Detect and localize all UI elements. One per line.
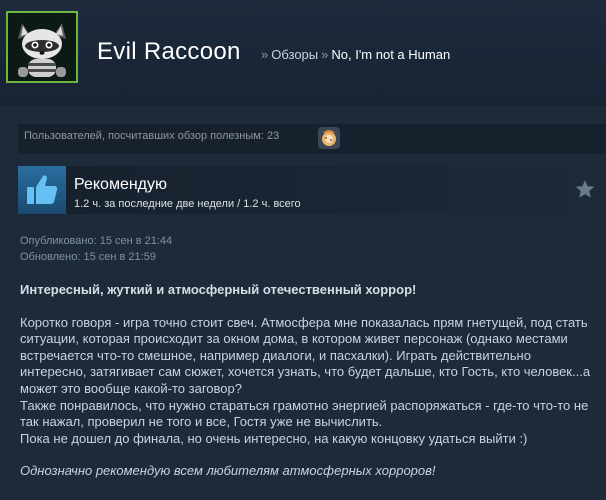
review-paragraph: Коротко говоря - игра точно стоит свеч. … [20,314,591,396]
review-body: Интересный, жуткий и атмосферный отечест… [20,282,600,480]
breadcrumb-separator: » [321,47,329,62]
breadcrumb-reviews-link[interactable]: Обзоры [271,47,318,62]
verdict-title: Рекомендую [74,176,168,193]
playtime-text: 1.2 ч. за последние две недели / 1.2 ч. … [74,198,301,210]
review-dates: Опубликовано: 15 сен в 21:44 Обновлено: … [20,233,172,265]
breadcrumb: » Обзоры» No, I'm not a Human [258,47,450,62]
review-paragraph: Также понравилось, что нужно стараться г… [20,397,589,430]
award-icon[interactable] [318,127,340,149]
thumbs-up-icon [18,166,66,214]
helpful-bar: Пользователей, посчитавших обзор полезны… [18,124,606,154]
avatar[interactable] [6,11,78,83]
star-icon[interactable] [574,178,596,200]
profile-name[interactable]: Evil Raccoon [97,38,241,66]
profile-header: Evil Raccoon » Обзоры» No, I'm not a Human [0,0,606,106]
helpful-count-text: Пользователей, посчитавших обзор полезны… [24,130,280,142]
review-conclusion: Однозначно рекомендую всем любителям атм… [20,463,436,479]
breadcrumb-game-link[interactable]: No, I'm not a Human [331,47,450,62]
verdict-bar: Рекомендую 1.2 ч. за последние две недел… [18,166,606,214]
posted-date: Опубликовано: 15 сен в 21:44 [20,235,173,247]
raccoon-avatar-image [8,13,76,81]
review-title: Интересный, жуткий и атмосферный отечест… [20,282,417,297]
review-paragraph: Пока не дошел до финала, но очень интере… [20,430,528,446]
updated-date: Обновлено: 15 сен в 21:59 [20,251,156,263]
breadcrumb-separator: » [261,47,269,62]
